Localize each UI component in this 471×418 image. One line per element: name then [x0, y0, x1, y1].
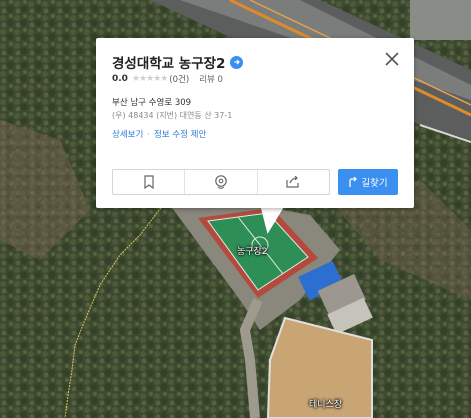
road-address: 부산 남구 수영로 309: [112, 98, 192, 108]
bookmark-button[interactable]: [113, 170, 186, 194]
share-button[interactable]: [258, 170, 329, 194]
detail-link[interactable]: 상세보기: [112, 130, 143, 140]
rating-count: (0건): [169, 75, 190, 85]
route-icon: [349, 176, 358, 187]
link-separator: ·: [147, 130, 150, 140]
popup-tail: [255, 206, 285, 234]
court-map-label[interactable]: 농구장2: [237, 244, 268, 257]
rating-row: 0.0 ★★★★★ (0건) 리뷰 0: [112, 73, 223, 85]
close-icon: [385, 52, 399, 66]
action-buttons: [112, 169, 330, 195]
route-label: 길찾기: [361, 178, 388, 189]
popup-links: 상세보기 · 정보 수정 제안: [112, 128, 206, 140]
tennis-map-label[interactable]: 테니스장: [309, 397, 342, 410]
close-button[interactable]: [384, 51, 400, 67]
share-icon: [286, 176, 299, 188]
place-title[interactable]: 경성대학교 농구장2: [112, 52, 225, 72]
star-icon: ★★★★★: [131, 74, 168, 84]
title-row: 경성대학교 농구장2: [112, 52, 244, 72]
location-button[interactable]: [185, 170, 258, 194]
pin-icon: [215, 174, 227, 189]
edit-suggest-link[interactable]: 정보 수정 제안: [154, 130, 206, 140]
road-structure: [410, 0, 471, 40]
route-button[interactable]: 길찾기: [338, 169, 398, 195]
rating-score: 0.0: [112, 74, 128, 84]
review-count[interactable]: 리뷰 0: [199, 73, 223, 85]
place-info-popup: 경성대학교 농구장2 0.0 ★★★★★ (0건) 리뷰 0 부산 남구 수영로…: [96, 38, 414, 208]
jibun-address: (우) 48434 (지번) 대연동 산 37-1: [112, 111, 233, 120]
arrow-right-icon[interactable]: [230, 55, 244, 69]
bookmark-icon: [144, 175, 154, 189]
